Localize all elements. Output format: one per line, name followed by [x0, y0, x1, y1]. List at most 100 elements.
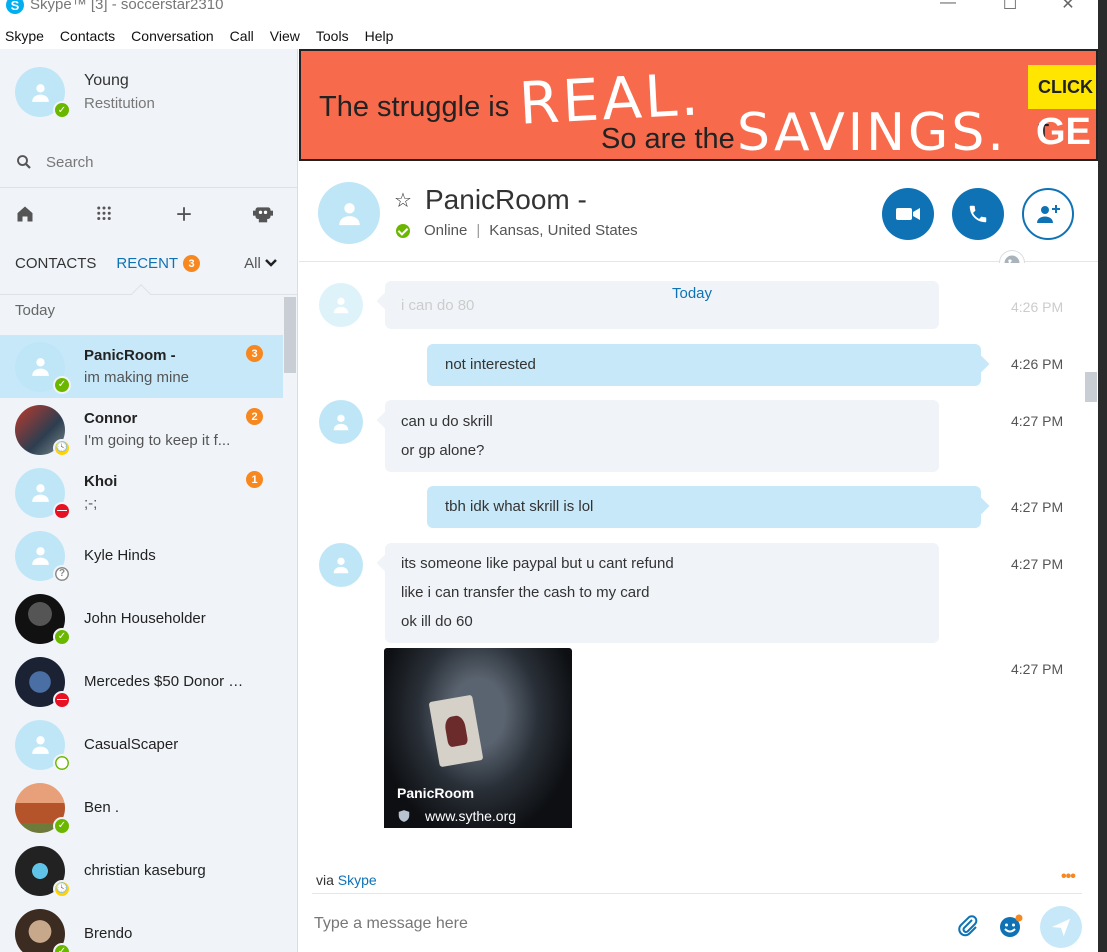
message-text: can u do skrill — [401, 413, 493, 430]
contact-item[interactable]: ✓ PanicRoom - im making mine 3 — [0, 335, 283, 398]
tab-recent[interactable]: RECENT 3 — [116, 255, 201, 272]
search-placeholder: Search — [46, 153, 94, 171]
ad-cta-button[interactable]: CLICK T — [1028, 65, 1096, 141]
status-online-icon — [396, 223, 410, 238]
contact-tabs: CONTACTS RECENT 3 All — [15, 255, 285, 272]
attach-file-button[interactable] — [954, 912, 982, 940]
video-camera-icon — [896, 208, 920, 220]
contact-item[interactable]: 🕓 christian kaseburg — [0, 839, 283, 902]
message-area[interactable]: i can do 80 4:26 PM Today not interested… — [299, 263, 1085, 828]
message-input[interactable] — [314, 906, 934, 942]
person-icon — [31, 736, 49, 754]
message-bubble-outgoing[interactable]: not interested — [427, 344, 981, 386]
video-call-button[interactable] — [882, 188, 934, 240]
unread-badge: 3 — [246, 345, 263, 362]
title-bar: S Skype™ [3] - soccerstar2310 — ☐ ✕ — [0, 0, 1100, 22]
contact-avatar: 🕓 — [15, 845, 71, 898]
contact-item[interactable]: ? Kyle Hinds — [0, 524, 283, 587]
menu-conversation[interactable]: Conversation — [131, 26, 214, 48]
contact-name: Ben . — [84, 799, 120, 816]
bot-icon[interactable] — [250, 201, 276, 227]
contact-item[interactable]: ✓ Brendo — [0, 902, 283, 952]
profile-mood: Restitution — [84, 95, 155, 112]
ad-text-line2: So are the — [601, 123, 735, 155]
profile[interactable]: ✓ Young Restitution — [15, 67, 155, 119]
unread-badge: 2 — [246, 408, 263, 425]
contact-name: christian kaseburg — [84, 862, 206, 879]
status-away-icon: 🕓 — [53, 438, 71, 457]
emoticon-button[interactable] — [997, 912, 1025, 940]
contact-item[interactable]: — Khoi ;-; 1 — [0, 461, 283, 524]
favorite-star-icon[interactable]: ☆ — [394, 188, 412, 213]
person-icon — [31, 484, 49, 502]
message-text: tbh idk what skrill is lol — [445, 498, 594, 515]
status-away-icon: 🕓 — [53, 879, 71, 898]
search-box[interactable]: Search — [15, 153, 94, 171]
tab-indicator — [131, 284, 151, 304]
menu-help[interactable]: Help — [365, 26, 394, 48]
ad-headline-word2: SAVINGS. — [737, 103, 1007, 161]
person-icon — [31, 83, 49, 102]
profile-avatar[interactable]: ✓ — [15, 67, 71, 119]
add-person-icon — [1037, 205, 1060, 223]
close-icon[interactable]: ✕ — [1058, 0, 1078, 14]
menu-bar: Skype Contacts Conversation Call View To… — [0, 26, 1100, 48]
menu-tools[interactable]: Tools — [316, 26, 349, 48]
preview-url[interactable]: www.sythe.org — [397, 808, 516, 824]
chat-avatar[interactable] — [318, 182, 380, 244]
status-online-icon: ✓ — [53, 101, 71, 119]
contact-item[interactable]: 🕓 Connor I'm going to keep it f... 2 — [0, 398, 283, 461]
more-options-icon[interactable]: ••• — [1061, 868, 1076, 886]
send-button[interactable] — [1040, 906, 1082, 948]
message-text: not interested — [445, 356, 536, 373]
tab-recent-label: RECENT — [116, 255, 179, 272]
message-scrollbar[interactable] — [1085, 372, 1097, 402]
menu-contacts[interactable]: Contacts — [60, 26, 115, 48]
contact-item[interactable]: ✓ John Householder — [0, 587, 283, 650]
message-text: ok ill do 60 — [401, 613, 473, 630]
dialpad-icon[interactable] — [91, 201, 117, 227]
filter-dropdown[interactable]: All — [244, 255, 277, 272]
phone-icon — [969, 205, 987, 223]
add-icon[interactable] — [171, 201, 197, 227]
home-icon[interactable] — [12, 201, 38, 227]
status-unknown-icon: ? — [53, 564, 71, 583]
contact-item[interactable]: CasualScaper — [0, 713, 283, 776]
audio-call-button[interactable] — [952, 188, 1004, 240]
contact-avatar: ✓ — [15, 341, 71, 394]
message-bubble-incoming[interactable]: its someone like paypal but u cant refun… — [385, 543, 939, 643]
contact-item[interactable]: — Mercedes $50 Donor -A... — [0, 650, 283, 713]
menu-view[interactable]: View — [270, 26, 300, 48]
divider — [0, 187, 297, 188]
contact-avatar: ? — [15, 530, 71, 583]
ad-banner[interactable]: The struggle is REAL. So are the SAVINGS… — [299, 49, 1098, 161]
status-online-icon: ✓ — [53, 627, 71, 646]
tab-contacts[interactable]: CONTACTS — [15, 255, 96, 272]
sidebar-scrollbar[interactable] — [284, 297, 296, 373]
location-text: Kansas, United States — [489, 222, 638, 239]
contact-last-message: I'm going to keep it f... — [84, 432, 231, 449]
add-people-button[interactable] — [1022, 188, 1074, 240]
contact-item[interactable]: ✓ Ben . — [0, 776, 283, 839]
minimize-icon[interactable]: — — [938, 0, 958, 12]
contact-avatar: — — [15, 467, 71, 520]
sender-avatar — [319, 400, 363, 444]
message-bubble-outgoing[interactable]: tbh idk what skrill is lol — [427, 486, 981, 528]
menu-call[interactable]: Call — [230, 26, 254, 48]
link-preview-card[interactable]: PanicRoom www.sythe.org — [384, 648, 572, 828]
shield-icon — [398, 810, 410, 822]
contact-name: John Householder — [84, 610, 206, 627]
paperclip-icon — [958, 915, 978, 937]
menu-skype[interactable]: Skype — [5, 26, 44, 48]
via-skype-link[interactable]: Skype — [338, 872, 377, 888]
ad-text-line1: The struggle is — [319, 91, 510, 123]
contact-name: PanicRoom - — [84, 347, 176, 364]
date-divider: Today — [671, 285, 713, 302]
message-bubble-incoming[interactable]: can u do skrill or gp alone? — [385, 400, 939, 472]
list-section-label: Today — [15, 302, 56, 319]
contact-avatar: ✓ — [15, 908, 71, 952]
maximize-icon[interactable]: ☐ — [1000, 0, 1020, 14]
preview-url-text: www.sythe.org — [425, 808, 517, 824]
separator: | — [476, 222, 481, 239]
via-label: via Skype — [316, 872, 377, 888]
